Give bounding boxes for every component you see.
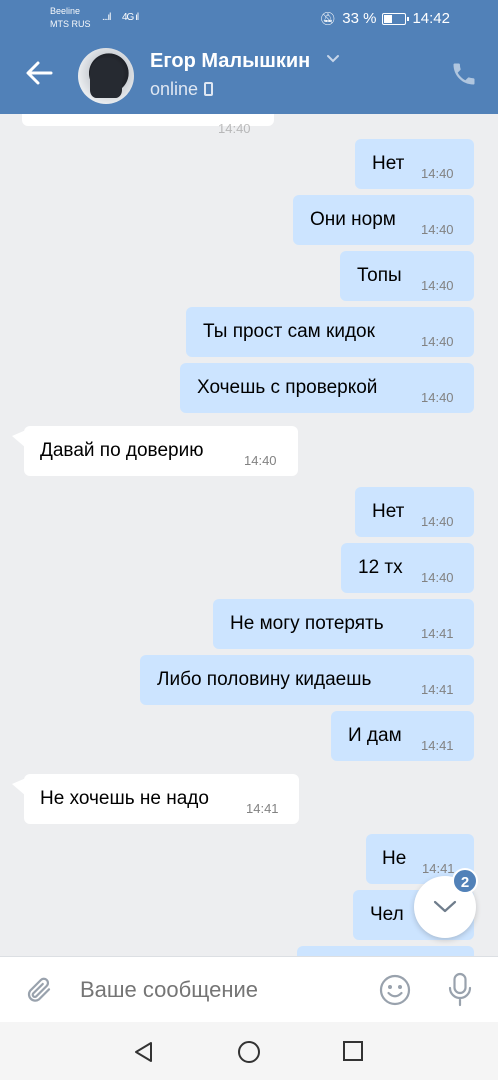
message-time: 14:40 (421, 390, 454, 405)
chevron-down-icon (433, 900, 457, 913)
message-bubble-outgoing[interactable]: Нет 14:40 (355, 139, 474, 189)
unread-badge: 2 (452, 868, 478, 894)
avatar[interactable] (78, 48, 134, 104)
message-time: 14:40 (218, 121, 251, 136)
message-time: 14:41 (421, 738, 454, 753)
message-time: 14:40 (244, 453, 277, 468)
status-right: 🔕︎ 33 % 14:42 (320, 10, 450, 27)
message-bubble-outgoing[interactable]: Хочешь с проверкой 14:40 (180, 363, 474, 413)
message-text: Ты прост сам кидок (203, 321, 375, 342)
system-navigation-bar (0, 1022, 498, 1080)
chat-header: Егор Малышкин online (0, 36, 498, 114)
message-text: 12 тх (358, 557, 403, 578)
message-bubble-outgoing[interactable]: И дам 14:41 (331, 711, 474, 761)
message-text: Нет (372, 153, 405, 174)
battery-percent: 33 % (342, 10, 377, 27)
back-arrow-icon[interactable] (24, 58, 54, 88)
nav-home-icon[interactable] (237, 1040, 261, 1064)
message-text: Давай по доверию (40, 440, 204, 461)
carrier-1: Beeline (50, 6, 81, 16)
contact-status: online (150, 79, 214, 100)
message-bubble-outgoing[interactable]: Топы 14:40 (340, 251, 474, 301)
battery-icon (382, 12, 410, 25)
message-bubble-outgoing[interactable]: 12 тх 14:40 (341, 543, 474, 593)
message-bubble-incoming[interactable]: 14:40 (22, 114, 274, 136)
message-text: Не хочешь не надо (40, 788, 209, 809)
message-text: Чел (370, 904, 404, 925)
message-text: Топы (357, 265, 402, 286)
message-input[interactable] (80, 977, 350, 1003)
message-text: Не могу потерять (230, 613, 384, 634)
chevron-down-icon[interactable] (326, 54, 340, 64)
message-bubble-outgoing[interactable]: Не могу потерять 14:41 (213, 599, 474, 649)
message-bubble-outgoing[interactable]: Либо половину кидаешь 14:41 (140, 655, 474, 705)
attach-icon[interactable] (24, 973, 54, 1007)
message-bubble-outgoing[interactable]: Они норм 14:40 (293, 195, 474, 245)
message-list[interactable]: 14:40 Нет 14:40 Они норм 14:40 Топы 14:4… (0, 114, 498, 956)
nav-back-icon[interactable] (132, 1040, 154, 1064)
message-text: Не (382, 848, 407, 869)
smile-icon[interactable] (378, 973, 412, 1007)
contact-name[interactable]: Егор Малышкин (150, 50, 310, 73)
message-bubble-outgoing[interactable]: Нет 14:40 (355, 487, 474, 537)
mute-icon: 🔕︎ (319, 10, 337, 26)
status-text: online (150, 79, 199, 99)
signal-4g-icon: 4G ıl (122, 12, 139, 23)
carrier-names: Beeline MTS RUS (50, 5, 91, 31)
message-bubble-outgoing[interactable]: Ты прост сам кидок 14:40 (186, 307, 474, 357)
message-composer (0, 956, 498, 1022)
signal-icon: ...ıl (102, 12, 111, 23)
message-text: Хочешь с проверкой (197, 377, 378, 398)
message-text: Либо половину кидаешь (157, 669, 372, 690)
microphone-icon[interactable] (446, 972, 474, 1008)
mobile-icon (204, 82, 214, 96)
clock: 14:42 (412, 10, 450, 27)
status-bar: Beeline MTS RUS ...ıl 4G ıl 🔕︎ 33 % 14:4… (0, 0, 498, 36)
message-time: 14:41 (246, 801, 279, 816)
message-text: И дам (348, 725, 402, 746)
phone-icon[interactable] (450, 60, 478, 88)
message-text: Они норм (310, 209, 396, 230)
nav-recent-icon[interactable] (342, 1040, 364, 1062)
carrier-2: MTS RUS (50, 19, 91, 29)
message-bubble-incoming[interactable]: Не хочешь не надо 14:41 (12, 774, 299, 824)
message-text: Нет (372, 501, 405, 522)
message-bubble-outgoing[interactable] (297, 946, 474, 956)
message-bubble-incoming[interactable]: Давай по доверию 14:40 (12, 426, 298, 476)
